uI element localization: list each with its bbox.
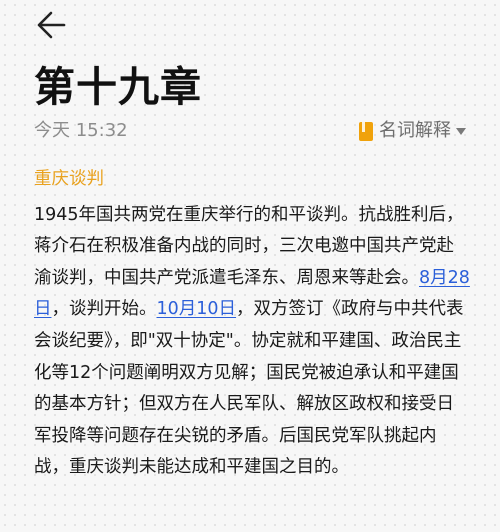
date-link-oct10[interactable]: 10月10日 [157,299,237,319]
body-text-part1: 1945年国共两党在重庆举行的和平谈判。抗战胜利后，蒋介石在积极准备内战的同时，… [34,204,464,288]
note-timestamp: 今天 15:32 [34,120,128,141]
note-body[interactable]: 重庆谈判 1945年国共两党在重庆举行的和平谈判。抗战胜利后，蒋介石在积极准备内战… [34,164,470,484]
caret-down-icon [456,127,466,135]
body-text-part2: ，谈判开始。 [51,299,157,320]
section-heading: 重庆谈判 [34,169,104,189]
folder-selector[interactable]: 名词解释 [359,117,466,145]
note-meta-row: 今天 15:32 名词解释 [34,117,466,145]
arrow-left-icon [34,8,68,42]
bookmark-folder-icon [359,121,373,141]
body-text-part3: ，双方签订《政府与中共代表会谈纪要》，即"双十协定"。协定就和平建国、政治民主化… [34,299,464,478]
folder-label: 名词解释 [379,120,451,141]
back-button[interactable] [34,8,68,42]
note-title[interactable]: 第十九章 [34,55,202,119]
